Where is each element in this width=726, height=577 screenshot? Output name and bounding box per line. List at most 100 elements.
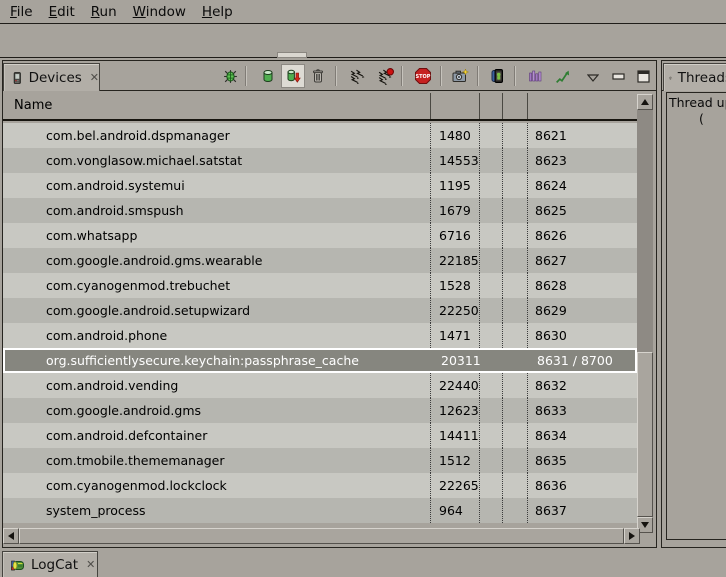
table-row[interactable]: com.google.android.setupwizard222508629 — [3, 298, 637, 323]
stop-process-button[interactable]: STOP — [411, 64, 435, 88]
cell-pid: 20311 — [432, 350, 481, 371]
camera-icon — [451, 67, 469, 85]
logcat-icon — [10, 557, 26, 573]
table-row-selected[interactable]: org.sufficientlysecure.keychain:passphra… — [3, 348, 637, 373]
tab-threads-label: Threads — [678, 70, 726, 86]
cell-pid: 22250 — [430, 298, 479, 323]
method-profiling-button[interactable] — [550, 64, 574, 88]
cell-thread-status — [502, 223, 527, 248]
tab-threads[interactable]: Threads — [663, 63, 726, 91]
down-arrow-icon — [641, 522, 649, 528]
menu-window[interactable]: Window — [133, 4, 186, 20]
table-row[interactable]: com.cyanogenmod.trebuchet15288628 — [3, 273, 637, 298]
cell-thread-status — [504, 350, 529, 371]
scroll-up-button[interactable] — [637, 94, 653, 110]
menu-file[interactable]: File — [10, 4, 33, 20]
tab-logcat[interactable]: LogCat ✕ — [2, 551, 98, 577]
cell-port: 8632 — [527, 373, 637, 398]
table-row[interactable]: com.cyanogenmod.lockclock222658636 — [3, 473, 637, 498]
screen-capture-button[interactable] — [448, 64, 472, 88]
cell-name: com.android.phone — [3, 323, 430, 348]
table-row[interactable]: com.android.vending224408632 — [3, 373, 637, 398]
cell-name: com.google.android.gms.wearable — [3, 248, 430, 273]
h-scrollbar-thumb[interactable] — [19, 528, 624, 544]
cell-port: 8631 / 8700 — [529, 350, 635, 371]
device-screen-capture-button[interactable] — [486, 64, 510, 88]
table-row[interactable]: com.google.android.gms126238633 — [3, 398, 637, 423]
system-trace-button[interactable] — [523, 64, 547, 88]
cell-thread-status — [502, 148, 527, 173]
table-row[interactable]: com.bel.android.dspmanager14808621 — [3, 123, 637, 148]
maximize-view-button[interactable] — [631, 64, 655, 88]
table-row[interactable]: system_process9648637 — [3, 498, 637, 523]
cell-port: 8634 — [527, 423, 637, 448]
table-row[interactable]: com.google.android.gms.wearable221858627 — [3, 248, 637, 273]
right-arrow-icon — [629, 532, 635, 540]
table-row[interactable]: com.android.defcontainer144118634 — [3, 423, 637, 448]
column-divider[interactable] — [479, 93, 480, 119]
tab-logcat-close-icon[interactable]: ✕ — [86, 558, 95, 571]
scroll-left-button[interactable] — [3, 528, 19, 544]
toolbar-separator — [514, 66, 515, 86]
cell-name: com.bel.android.dspmanager — [3, 123, 430, 148]
cell-heap-status — [479, 173, 502, 198]
devices-tabbar-divider — [3, 90, 656, 91]
bug-icon — [222, 68, 239, 85]
column-divider[interactable] — [527, 93, 528, 119]
heap-dump-arrow-icon — [285, 68, 301, 84]
table-row[interactable]: com.android.phone14718630 — [3, 323, 637, 348]
view-menu-button[interactable] — [581, 66, 605, 90]
update-heap-button[interactable] — [256, 64, 280, 88]
minimize-view-button[interactable] — [606, 64, 630, 88]
cell-heap-status — [481, 350, 504, 371]
cell-heap-status — [479, 198, 502, 223]
cell-pid: 1512 — [430, 448, 479, 473]
perspective-notch[interactable] — [277, 52, 307, 58]
stop-sign-icon: STOP — [414, 67, 432, 85]
toolbar-separator — [401, 66, 402, 86]
cell-heap-status — [479, 248, 502, 273]
stop-threads-button[interactable] — [373, 64, 397, 88]
toolbar-separator — [477, 66, 478, 86]
tab-devices-close-icon[interactable]: ✕ — [90, 71, 99, 84]
table-row[interactable]: com.vonglasow.michael.satstat145538623 — [3, 148, 637, 173]
table-row[interactable]: com.android.smspush16798625 — [3, 198, 637, 223]
debug-attach-button[interactable] — [218, 64, 242, 88]
threads-icon — [349, 68, 366, 85]
toolbar-separator — [440, 66, 441, 86]
cell-pid: 964 — [430, 498, 479, 523]
minimize-icon — [612, 72, 625, 81]
column-divider[interactable] — [502, 93, 503, 119]
table-row[interactable]: com.whatsapp67168626 — [3, 223, 637, 248]
table-row[interactable]: com.tmobile.thememanager15128635 — [3, 448, 637, 473]
dump-hprof-button[interactable] — [281, 64, 305, 88]
cell-thread-status — [502, 248, 527, 273]
chevron-down-icon — [587, 74, 599, 82]
cell-thread-status — [502, 273, 527, 298]
table-row[interactable]: com.android.systemui11958624 — [3, 173, 637, 198]
cell-heap-status — [479, 123, 502, 148]
cell-name: system_process — [3, 498, 430, 523]
v-scrollbar-thumb[interactable] — [637, 352, 653, 517]
column-divider[interactable] — [430, 93, 431, 119]
cell-pid: 14553 — [430, 148, 479, 173]
menu-help[interactable]: Help — [202, 4, 233, 20]
column-header-name[interactable]: Name — [3, 98, 52, 113]
cell-thread-status — [502, 448, 527, 473]
menu-run[interactable]: Run — [91, 4, 117, 20]
cell-heap-status — [479, 448, 502, 473]
cell-name: com.whatsapp — [3, 223, 430, 248]
menu-edit[interactable]: Edit — [49, 4, 75, 20]
tab-devices[interactable]: Devices ✕ — [3, 63, 100, 91]
update-threads-button[interactable] — [345, 64, 369, 88]
threads-icon — [669, 70, 673, 86]
cause-gc-button[interactable] — [306, 64, 330, 88]
cell-port: 8625 — [527, 198, 637, 223]
scroll-right-button[interactable] — [624, 528, 640, 544]
threads-content-panel — [666, 92, 726, 540]
cell-pid: 12623 — [430, 398, 479, 423]
cell-name: com.vonglasow.michael.satstat — [3, 148, 430, 173]
cell-heap-status — [479, 298, 502, 323]
cell-thread-status — [502, 298, 527, 323]
trash-icon — [310, 68, 326, 84]
